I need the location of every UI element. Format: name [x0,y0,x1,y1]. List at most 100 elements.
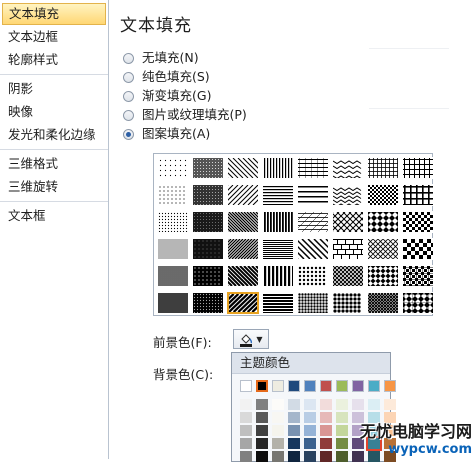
nav-item-3d-rotation[interactable]: 三维旋转 [2,176,106,198]
pattern-swatch[interactable] [192,211,224,233]
nav-item-3d-format[interactable]: 三维格式 [2,153,106,175]
pattern-swatch[interactable] [402,211,434,233]
theme-color-swatch[interactable] [336,380,348,392]
pattern-swatch[interactable] [332,184,364,206]
theme-color-swatch[interactable] [304,380,316,392]
nav-item-outline-style[interactable]: 轮廓样式 [2,49,106,71]
pattern-swatch[interactable] [367,292,399,314]
theme-color-shade[interactable] [336,399,348,410]
pattern-swatch[interactable] [262,238,294,260]
radio-circle[interactable] [123,53,134,64]
nav-item-text-outline[interactable]: 文本边框 [2,26,106,48]
pattern-swatch[interactable] [332,292,364,314]
theme-color-shade[interactable] [288,425,300,436]
pattern-swatch[interactable] [157,238,189,260]
radio-circle-checked[interactable] [123,129,134,140]
pattern-swatch[interactable] [402,157,434,179]
theme-color-shade[interactable] [256,399,268,410]
theme-color-shade[interactable] [304,399,316,410]
pattern-swatch[interactable] [367,184,399,206]
theme-color-shade[interactable] [272,399,284,410]
theme-color-shade[interactable] [288,412,300,423]
pattern-swatch[interactable] [157,292,189,314]
pattern-swatch[interactable] [192,265,224,287]
theme-color-shade[interactable] [320,438,332,449]
pattern-swatch[interactable] [367,238,399,260]
theme-color-shade[interactable] [272,451,284,462]
pattern-swatch[interactable] [157,157,189,179]
pattern-swatch[interactable] [227,265,259,287]
theme-color-shade[interactable] [304,425,316,436]
pattern-swatch[interactable] [297,238,329,260]
radio-circle[interactable] [123,72,134,83]
pattern-swatch[interactable] [332,211,364,233]
pattern-swatch[interactable] [297,184,329,206]
pattern-swatch[interactable] [262,157,294,179]
theme-color-shade[interactable] [336,438,348,449]
theme-color-shade[interactable] [368,399,380,410]
theme-color-shade[interactable] [304,438,316,449]
radio-gradient-fill[interactable]: 渐变填充(G) [123,87,211,105]
theme-color-shade[interactable] [288,399,300,410]
pattern-swatch[interactable] [157,211,189,233]
pattern-swatch[interactable] [367,211,399,233]
theme-color-shade[interactable] [288,451,300,462]
theme-color-shade[interactable] [240,438,252,449]
theme-color-shade[interactable] [304,412,316,423]
radio-picture-texture-fill[interactable]: 图片或纹理填充(P) [123,106,247,124]
pattern-swatch[interactable] [227,211,259,233]
radio-no-fill[interactable]: 无填充(N) [123,49,199,67]
pattern-swatch[interactable] [262,265,294,287]
radio-pattern-fill[interactable]: 图案填充(A) [123,125,210,143]
theme-color-shade[interactable] [256,425,268,436]
pattern-swatch[interactable] [192,238,224,260]
pattern-swatch[interactable] [192,184,224,206]
radio-solid-fill[interactable]: 纯色填充(S) [123,68,210,86]
theme-color-shade[interactable] [304,451,316,462]
nav-item-shadow[interactable]: 阴影 [2,78,106,100]
pattern-swatch[interactable] [402,184,434,206]
theme-color-shade[interactable] [256,412,268,423]
radio-circle[interactable] [123,110,134,121]
theme-color-shade[interactable] [384,399,396,410]
pattern-swatch[interactable] [332,157,364,179]
pattern-swatch[interactable] [262,292,294,314]
nav-item-text-box[interactable]: 文本框 [2,205,106,227]
foreground-color-button[interactable]: ▼ [233,329,269,349]
theme-color-shade[interactable] [240,412,252,423]
theme-color-shade[interactable] [336,412,348,423]
theme-color-swatch[interactable] [272,380,284,392]
theme-color-swatch[interactable] [240,380,252,392]
nav-item-glow-soft-edges[interactable]: 发光和柔化边缘 [2,124,106,146]
pattern-swatch[interactable] [192,292,224,314]
theme-color-shade[interactable] [320,425,332,436]
theme-color-shade[interactable] [240,425,252,436]
pattern-swatch[interactable] [157,184,189,206]
pattern-swatch[interactable] [297,292,329,314]
theme-color-shade[interactable] [240,451,252,462]
pattern-swatch[interactable] [227,238,259,260]
theme-color-shade[interactable] [288,438,300,449]
pattern-swatch[interactable] [402,292,434,314]
theme-color-shade[interactable] [320,399,332,410]
nav-item-text-fill[interactable]: 文本填充 [2,3,106,25]
theme-color-swatch[interactable] [320,380,332,392]
theme-color-swatch[interactable] [288,380,300,392]
theme-color-shade[interactable] [272,425,284,436]
pattern-swatch[interactable] [367,265,399,287]
pattern-swatch[interactable] [227,184,259,206]
pattern-swatch[interactable] [332,238,364,260]
pattern-swatch[interactable] [402,265,434,287]
pattern-swatch[interactable] [227,292,259,314]
theme-color-shade[interactable] [352,399,364,410]
pattern-swatch[interactable] [192,157,224,179]
theme-color-shade[interactable] [272,438,284,449]
theme-color-shade[interactable] [272,412,284,423]
pattern-swatch[interactable] [367,157,399,179]
theme-color-shade[interactable] [320,412,332,423]
pattern-swatch[interactable] [332,265,364,287]
pattern-swatch[interactable] [297,211,329,233]
pattern-swatch[interactable] [227,157,259,179]
theme-color-shade[interactable] [336,425,348,436]
pattern-swatch[interactable] [297,157,329,179]
